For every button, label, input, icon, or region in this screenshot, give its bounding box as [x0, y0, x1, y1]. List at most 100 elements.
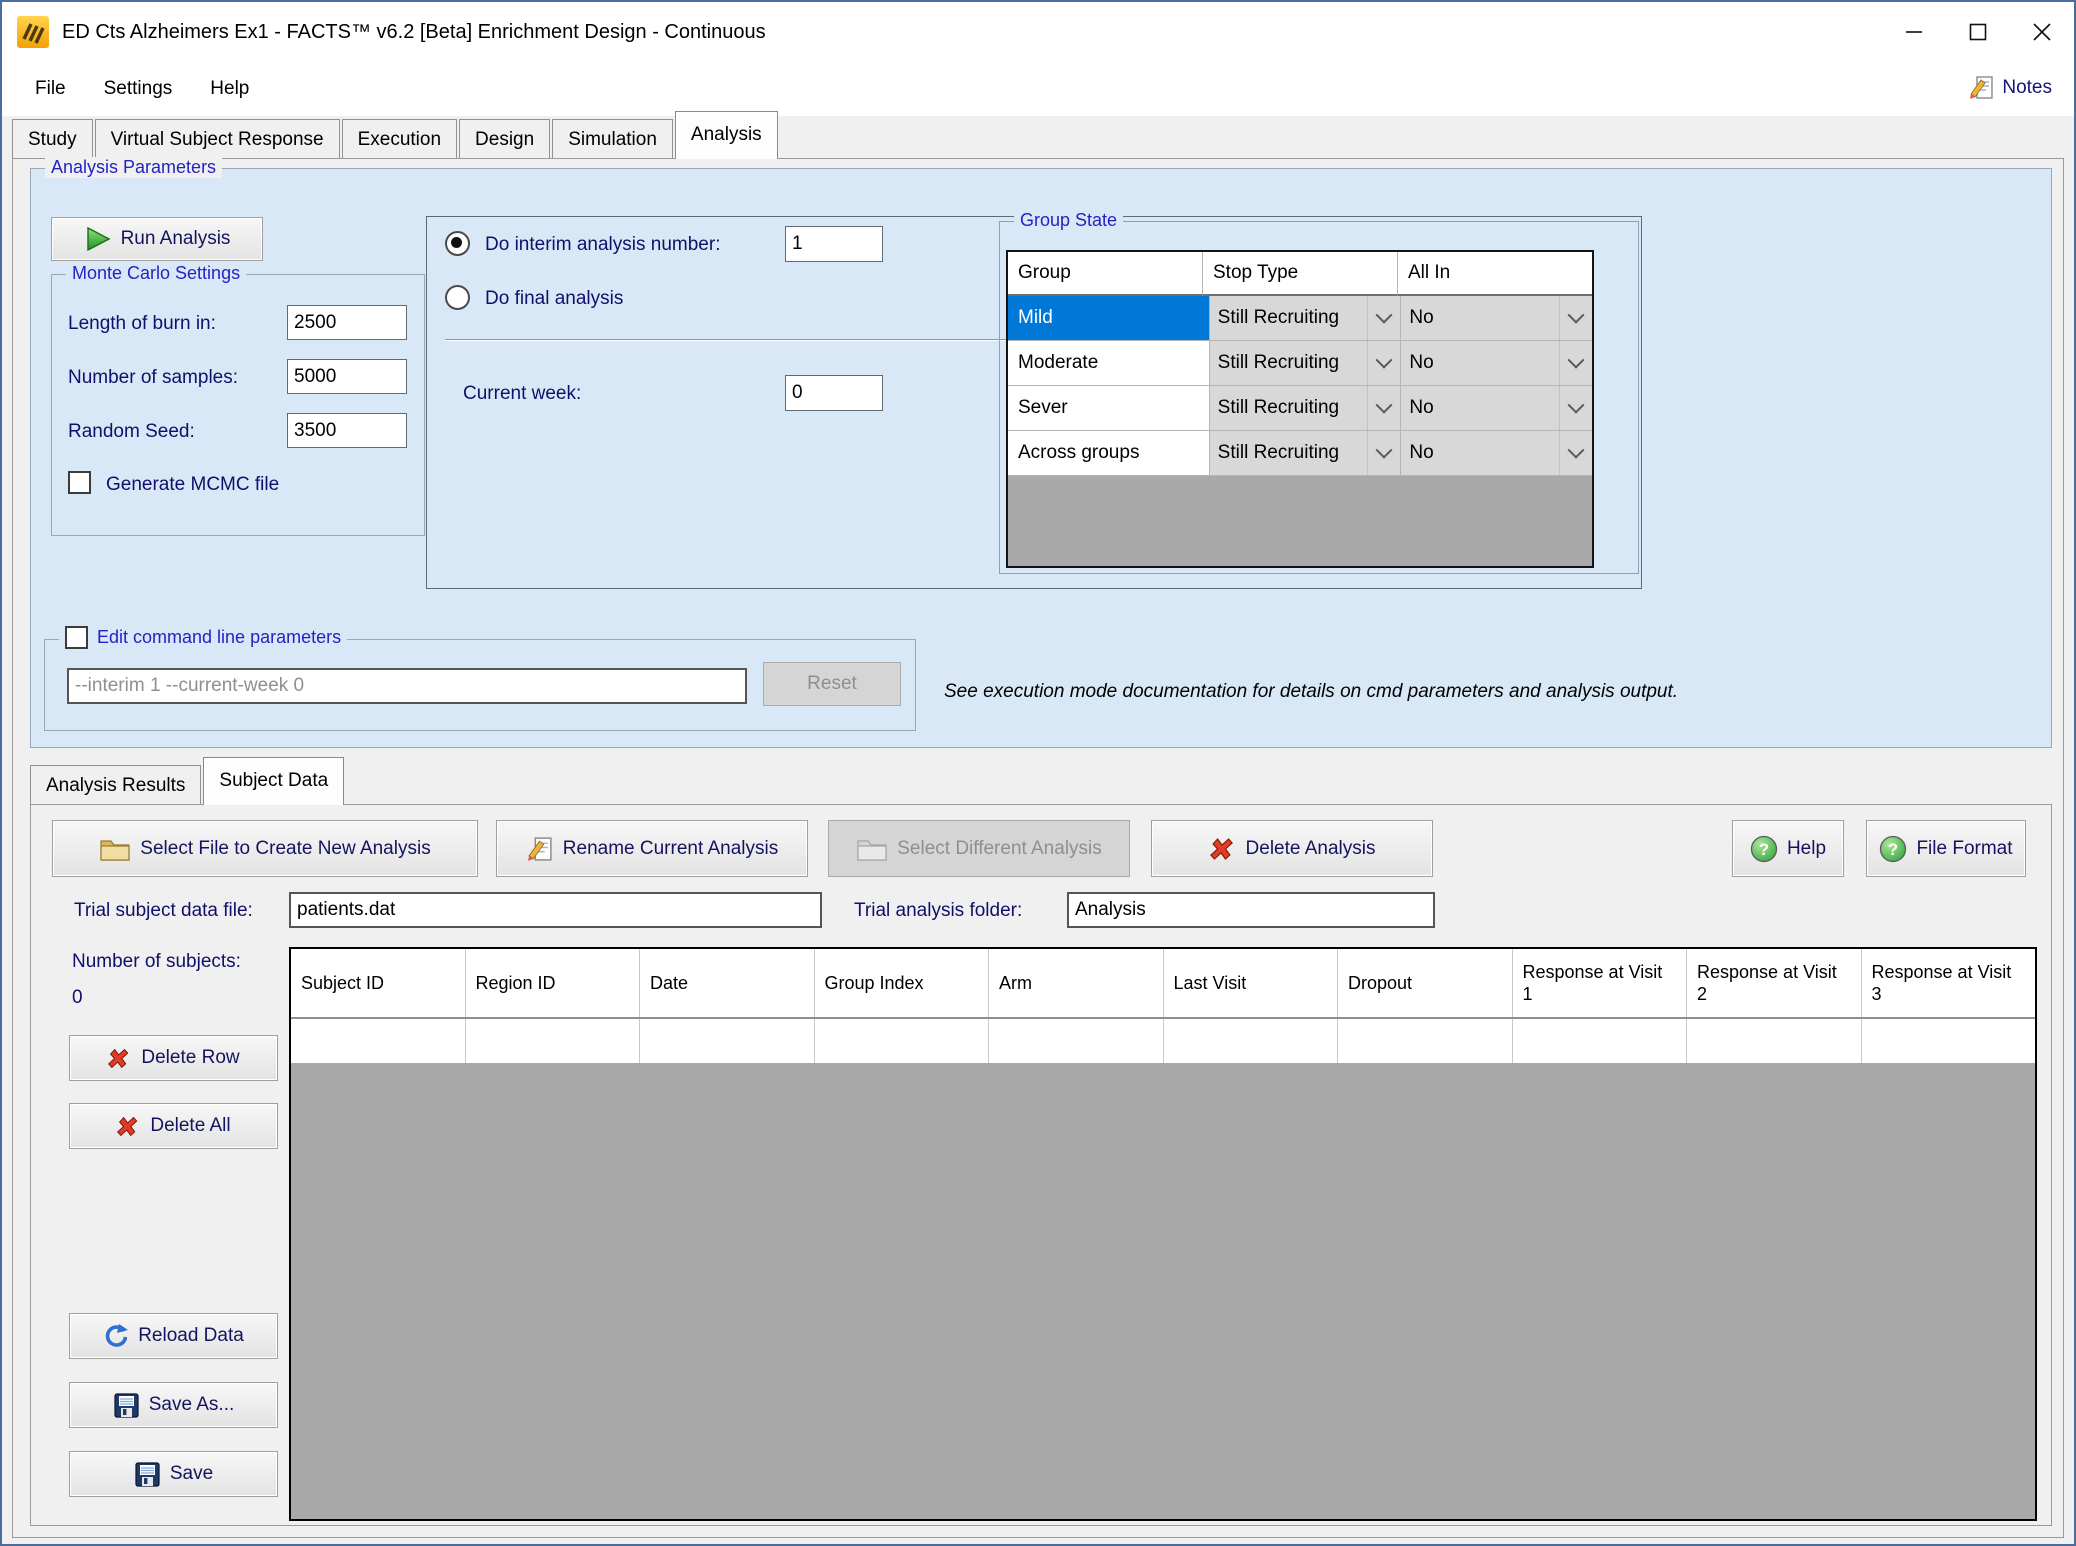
- trial-subject-data-file-input[interactable]: [289, 892, 822, 928]
- tab-study[interactable]: Study: [12, 119, 93, 159]
- current-week-input[interactable]: [785, 375, 883, 411]
- help-button[interactable]: ? Help: [1732, 820, 1844, 877]
- file-format-button[interactable]: ? File Format: [1866, 820, 2026, 877]
- random-seed-label: Random Seed:: [68, 421, 195, 443]
- stop-type-dropdown[interactable]: Still Recruiting: [1210, 296, 1402, 341]
- empty-cell[interactable]: [291, 1019, 466, 1063]
- col-response-visit-3[interactable]: Response at Visit 3: [1862, 949, 2036, 1017]
- cmd-params-input[interactable]: [67, 668, 747, 704]
- col-response-visit-2[interactable]: Response at Visit 2: [1687, 949, 1862, 1017]
- tab-virtual-subject-response[interactable]: Virtual Subject Response: [95, 119, 340, 159]
- svg-text:?: ?: [1888, 840, 1898, 859]
- group-cell[interactable]: Moderate: [1008, 341, 1210, 386]
- stop-type-value: Still Recruiting: [1210, 341, 1368, 385]
- all-in-dropdown[interactable]: No: [1401, 386, 1592, 431]
- chevron-down-icon[interactable]: [1367, 341, 1400, 385]
- group-cell[interactable]: Sever: [1008, 386, 1210, 431]
- save-label: Save: [170, 1463, 213, 1485]
- tab-design[interactable]: Design: [459, 119, 550, 159]
- empty-cell[interactable]: [466, 1019, 641, 1063]
- chevron-down-icon[interactable]: [1559, 386, 1592, 430]
- folder-icon: [99, 836, 131, 862]
- final-analysis-radio[interactable]: [445, 285, 470, 310]
- close-button[interactable]: [2010, 2, 2074, 62]
- stop-type-dropdown[interactable]: Still Recruiting: [1210, 341, 1402, 386]
- subject-data-table: Subject ID Region ID Date Group Index Ar…: [289, 947, 2037, 1521]
- burn-in-input[interactable]: [287, 305, 407, 340]
- current-week-label: Current week:: [463, 383, 581, 405]
- random-seed-input[interactable]: [287, 413, 407, 448]
- select-file-new-analysis-button[interactable]: Select File to Create New Analysis: [52, 820, 478, 877]
- generate-mcmc-checkbox[interactable]: [68, 471, 91, 494]
- col-arm[interactable]: Arm: [989, 949, 1164, 1017]
- tab-simulation[interactable]: Simulation: [552, 119, 673, 159]
- tab-analysis-results[interactable]: Analysis Results: [30, 765, 201, 805]
- empty-cell[interactable]: [1687, 1019, 1862, 1063]
- all-in-dropdown[interactable]: No: [1401, 431, 1592, 476]
- edit-cmd-checkbox[interactable]: [65, 626, 88, 649]
- chevron-down-icon[interactable]: [1367, 431, 1400, 475]
- save-as-button[interactable]: Save As...: [69, 1382, 278, 1428]
- number-of-subjects-value: 0: [72, 987, 83, 1009]
- svg-text:?: ?: [1759, 840, 1769, 859]
- delete-analysis-button[interactable]: Delete Analysis: [1151, 820, 1433, 877]
- select-different-analysis-label: Select Different Analysis: [897, 838, 1102, 860]
- rename-current-analysis-button[interactable]: Rename Current Analysis: [496, 820, 808, 877]
- menu-settings[interactable]: Settings: [85, 70, 192, 108]
- run-analysis-button[interactable]: Run Analysis: [51, 217, 263, 261]
- col-response-visit-1[interactable]: Response at Visit 1: [1513, 949, 1688, 1017]
- run-analysis-label: Run Analysis: [121, 228, 231, 250]
- chevron-down-icon[interactable]: [1559, 341, 1592, 385]
- num-samples-label: Number of samples:: [68, 367, 238, 389]
- delete-all-button[interactable]: Delete All: [69, 1103, 278, 1149]
- empty-cell[interactable]: [1164, 1019, 1339, 1063]
- interim-number-input[interactable]: [785, 226, 883, 262]
- minimize-button[interactable]: [1882, 2, 1946, 62]
- chevron-down-icon[interactable]: [1559, 431, 1592, 475]
- main-tab-strip: Study Virtual Subject Response Execution…: [12, 116, 780, 159]
- empty-cell[interactable]: [1862, 1019, 2036, 1063]
- menu-bar: File Settings Help Notes: [2, 62, 2074, 116]
- generate-mcmc-label: Generate MCMC file: [106, 474, 279, 496]
- select-different-analysis-button[interactable]: Select Different Analysis: [828, 820, 1130, 877]
- interim-analysis-radio[interactable]: [445, 231, 470, 256]
- col-date[interactable]: Date: [640, 949, 815, 1017]
- chevron-down-icon[interactable]: [1367, 296, 1400, 340]
- stop-type-dropdown[interactable]: Still Recruiting: [1210, 386, 1402, 431]
- reload-data-button[interactable]: Reload Data: [69, 1313, 278, 1359]
- col-group-index[interactable]: Group Index: [815, 949, 990, 1017]
- delete-row-button[interactable]: Delete Row: [69, 1035, 278, 1081]
- empty-cell[interactable]: [1513, 1019, 1688, 1063]
- menu-help[interactable]: Help: [191, 70, 268, 108]
- num-samples-input[interactable]: [287, 359, 407, 394]
- menu-file[interactable]: File: [16, 70, 85, 108]
- subject-data-panel: Select File to Create New Analysis Renam…: [30, 804, 2052, 1526]
- tab-execution[interactable]: Execution: [342, 119, 457, 159]
- tab-subject-data[interactable]: Subject Data: [203, 757, 344, 805]
- save-button[interactable]: Save: [69, 1451, 278, 1497]
- reset-button[interactable]: Reset: [763, 662, 901, 706]
- chevron-down-icon[interactable]: [1367, 386, 1400, 430]
- all-in-value: No: [1401, 431, 1559, 475]
- stop-type-dropdown[interactable]: Still Recruiting: [1210, 431, 1402, 476]
- notes-button[interactable]: Notes: [1962, 70, 2058, 105]
- trial-analysis-folder-input[interactable]: [1067, 892, 1435, 928]
- tab-analysis[interactable]: Analysis: [675, 111, 778, 159]
- empty-cell[interactable]: [1338, 1019, 1513, 1063]
- all-in-dropdown[interactable]: No: [1401, 341, 1592, 386]
- group-cell[interactable]: Mild: [1008, 296, 1210, 341]
- col-region-id[interactable]: Region ID: [466, 949, 641, 1017]
- col-subject-id[interactable]: Subject ID: [291, 949, 466, 1017]
- col-last-visit[interactable]: Last Visit: [1164, 949, 1339, 1017]
- col-dropout[interactable]: Dropout: [1338, 949, 1513, 1017]
- group-cell[interactable]: Across groups: [1008, 431, 1210, 476]
- maximize-button[interactable]: [1946, 2, 2010, 62]
- empty-cell[interactable]: [640, 1019, 815, 1063]
- empty-cell[interactable]: [989, 1019, 1164, 1063]
- empty-cell[interactable]: [815, 1019, 990, 1063]
- chevron-down-icon[interactable]: [1559, 296, 1592, 340]
- run-icon: [84, 226, 112, 252]
- monte-carlo-group: Monte Carlo Settings Length of burn in: …: [51, 274, 425, 536]
- all-in-dropdown[interactable]: No: [1401, 296, 1592, 341]
- save-icon: [113, 1392, 140, 1419]
